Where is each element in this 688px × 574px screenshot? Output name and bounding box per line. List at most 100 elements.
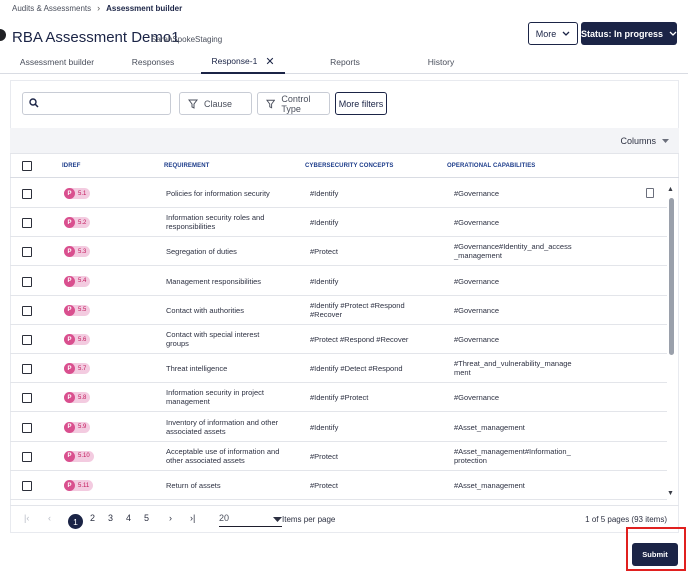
- submit-button[interactable]: Submit: [632, 543, 678, 566]
- tab-reports[interactable]: Reports: [314, 50, 376, 74]
- header-idref[interactable]: IDREF: [62, 163, 81, 169]
- table-row[interactable]: P 5.7 Threat intelligence #Identify #Detect…: [10, 354, 667, 384]
- capabilities-cell: #Asset_management: [454, 423, 614, 432]
- capabilities-cell: #Governance: [454, 306, 614, 315]
- search-field[interactable]: [22, 92, 171, 115]
- table-row[interactable]: P 5.11 Return of assets #Protect #Asset_mana…: [10, 471, 667, 500]
- row-checkbox[interactable]: [22, 305, 32, 316]
- concepts-cell: #Identify: [310, 277, 440, 286]
- status-button[interactable]: Status: In progress: [581, 22, 677, 45]
- first-page-icon[interactable]: |‹: [24, 513, 29, 523]
- table-row[interactable]: P 5.2 Information security roles and respon…: [10, 208, 667, 238]
- requirement-cell-line: Management responsibilities: [166, 276, 262, 286]
- row-checkbox[interactable]: [22, 276, 32, 287]
- concepts-cell-line: #Identify #Protect: [310, 393, 369, 403]
- row-checkbox[interactable]: [22, 364, 32, 375]
- close-tab-icon[interactable]: ✕: [265, 55, 274, 68]
- clause-filter-button[interactable]: Clause: [179, 92, 252, 115]
- badge-id: 5.1: [78, 190, 87, 197]
- row-checkbox[interactable]: [22, 451, 32, 462]
- capabilities-cell-line: #Governance: [454, 218, 500, 228]
- table-row[interactable]: P 5.6 Contact with special interest groups #…: [10, 325, 667, 354]
- tab-responses[interactable]: Responses: [117, 50, 189, 74]
- row-checkbox[interactable]: [22, 481, 32, 491]
- page-4-button[interactable]: 4: [126, 513, 131, 523]
- breadcrumb-separator-icon: ›: [97, 3, 101, 13]
- requirement-cell-line: Threat intelligence: [166, 364, 228, 374]
- capabilities-cell-line: #Governance#Identity_and_access: [454, 242, 572, 252]
- pagination-bar: |‹ ‹ 1 2 3 4 5 › ›| 20 Items per page 1 …: [10, 505, 679, 533]
- header-requirement[interactable]: REQUIREMENT: [164, 163, 209, 169]
- scrollbar-thumb[interactable]: [669, 198, 674, 355]
- requirement-cell: Information security roles and responsibi…: [166, 213, 301, 231]
- badge-id: 5.7: [78, 365, 87, 372]
- row-checkbox[interactable]: [22, 335, 32, 345]
- capabilities-cell: #Governance: [454, 218, 614, 227]
- idref-badge: P 5.9: [64, 421, 91, 433]
- concepts-cell: #Identify: [310, 218, 440, 227]
- table-row[interactable]: P 5.4 Management responsibilities #Identify…: [10, 267, 667, 296]
- page-info: 1 of 5 pages (93 items): [585, 515, 667, 524]
- last-page-icon[interactable]: ›|: [190, 513, 195, 523]
- capabilities-cell-line: #Governance: [454, 305, 500, 315]
- row-checkbox[interactable]: [22, 218, 32, 229]
- tab-assessment-builder[interactable]: Assessment builder: [14, 50, 100, 74]
- row-checkbox[interactable]: [22, 189, 32, 199]
- breadcrumb-current: Assessment builder: [106, 3, 183, 13]
- control-type-filter-button[interactable]: Control Type: [257, 92, 330, 115]
- capabilities-cell: #Governance: [454, 335, 614, 344]
- search-input[interactable]: [41, 96, 166, 111]
- table-row[interactable]: P 5.1 Policies for information security #Id…: [10, 179, 667, 208]
- scroll-up-icon[interactable]: ▲: [667, 186, 674, 193]
- more-button[interactable]: More: [528, 22, 578, 45]
- page-5-button[interactable]: 5: [144, 513, 149, 523]
- more-filters-button[interactable]: More filters: [335, 92, 387, 115]
- table-row[interactable]: P 5.10 Acceptable use of information and ot…: [10, 442, 667, 471]
- concepts-cell-line: #Recover: [310, 309, 343, 319]
- requirement-cell-line: Information security in project: [166, 388, 264, 398]
- page-2-button[interactable]: 2: [90, 513, 95, 523]
- badge-type: P: [64, 392, 75, 404]
- tab-history[interactable]: History: [412, 50, 470, 74]
- row-checkbox[interactable]: [22, 393, 32, 404]
- select-all-checkbox[interactable]: [22, 161, 32, 171]
- items-per-page-label: Items per page: [282, 515, 336, 524]
- page-3-button[interactable]: 3: [108, 513, 113, 523]
- requirement-cell: Contact with special interest groups: [166, 330, 301, 348]
- badge-type: P: [64, 246, 75, 258]
- capabilities-cell-line: protection: [454, 455, 487, 465]
- capabilities-cell-line: #Threat_and_vulnerability_manage: [454, 359, 572, 369]
- breadcrumb-parent-link[interactable]: Audits & Assessments: [12, 4, 91, 13]
- concepts-cell-line: #Identify: [310, 218, 339, 228]
- page-1-button[interactable]: 1: [68, 514, 83, 529]
- table-row[interactable]: P 5.5 Contact with authorities #Identify #P…: [10, 296, 667, 325]
- next-page-icon[interactable]: ›: [169, 513, 172, 523]
- table-row[interactable]: P 5.3 Segregation of duties #Protect #Govern…: [10, 237, 667, 267]
- idref-badge: P 5.11: [64, 480, 94, 491]
- badge-id: 5.11: [78, 482, 90, 489]
- table-row[interactable]: P 5.9 Inventory of information and other as…: [10, 413, 667, 442]
- capabilities-cell-line: #Governance: [454, 276, 500, 286]
- badge-id: 5.6: [78, 336, 87, 343]
- tab-response-1[interactable]: Response-1 ✕: [201, 50, 285, 74]
- table-row[interactable]: P 5.8 Information security in project manag…: [10, 383, 667, 413]
- badge-type: P: [64, 304, 75, 316]
- header-operational-capabilities[interactable]: OPERATIONAL CAPABILITIES: [447, 163, 535, 169]
- document-icon[interactable]: [646, 188, 654, 198]
- requirement-cell: Contact with authorities: [166, 306, 301, 315]
- row-checkbox[interactable]: [22, 247, 32, 258]
- columns-button[interactable]: Columns: [620, 136, 669, 146]
- items-per-page-select[interactable]: 20: [219, 513, 282, 527]
- prev-page-icon[interactable]: ‹: [48, 513, 51, 523]
- requirement-cell: Information security in project managemen…: [166, 388, 301, 406]
- capabilities-cell-line: #Governance: [454, 189, 500, 198]
- idref-badge: P 5.6: [64, 334, 91, 345]
- idref-badge: P 5.5: [64, 304, 91, 316]
- badge-id: 5.5: [78, 307, 87, 314]
- idref-badge: P 5.2: [64, 217, 91, 229]
- capabilities-cell: #Threat_and_vulnerability_manage ment: [454, 359, 614, 377]
- row-checkbox[interactable]: [22, 422, 32, 433]
- header-cybersecurity-concepts[interactable]: CYBERSECURITY CONCEPTS: [305, 163, 393, 169]
- scroll-down-icon[interactable]: ▼: [667, 490, 674, 497]
- requirement-cell-line: Contact with special interest: [166, 330, 260, 339]
